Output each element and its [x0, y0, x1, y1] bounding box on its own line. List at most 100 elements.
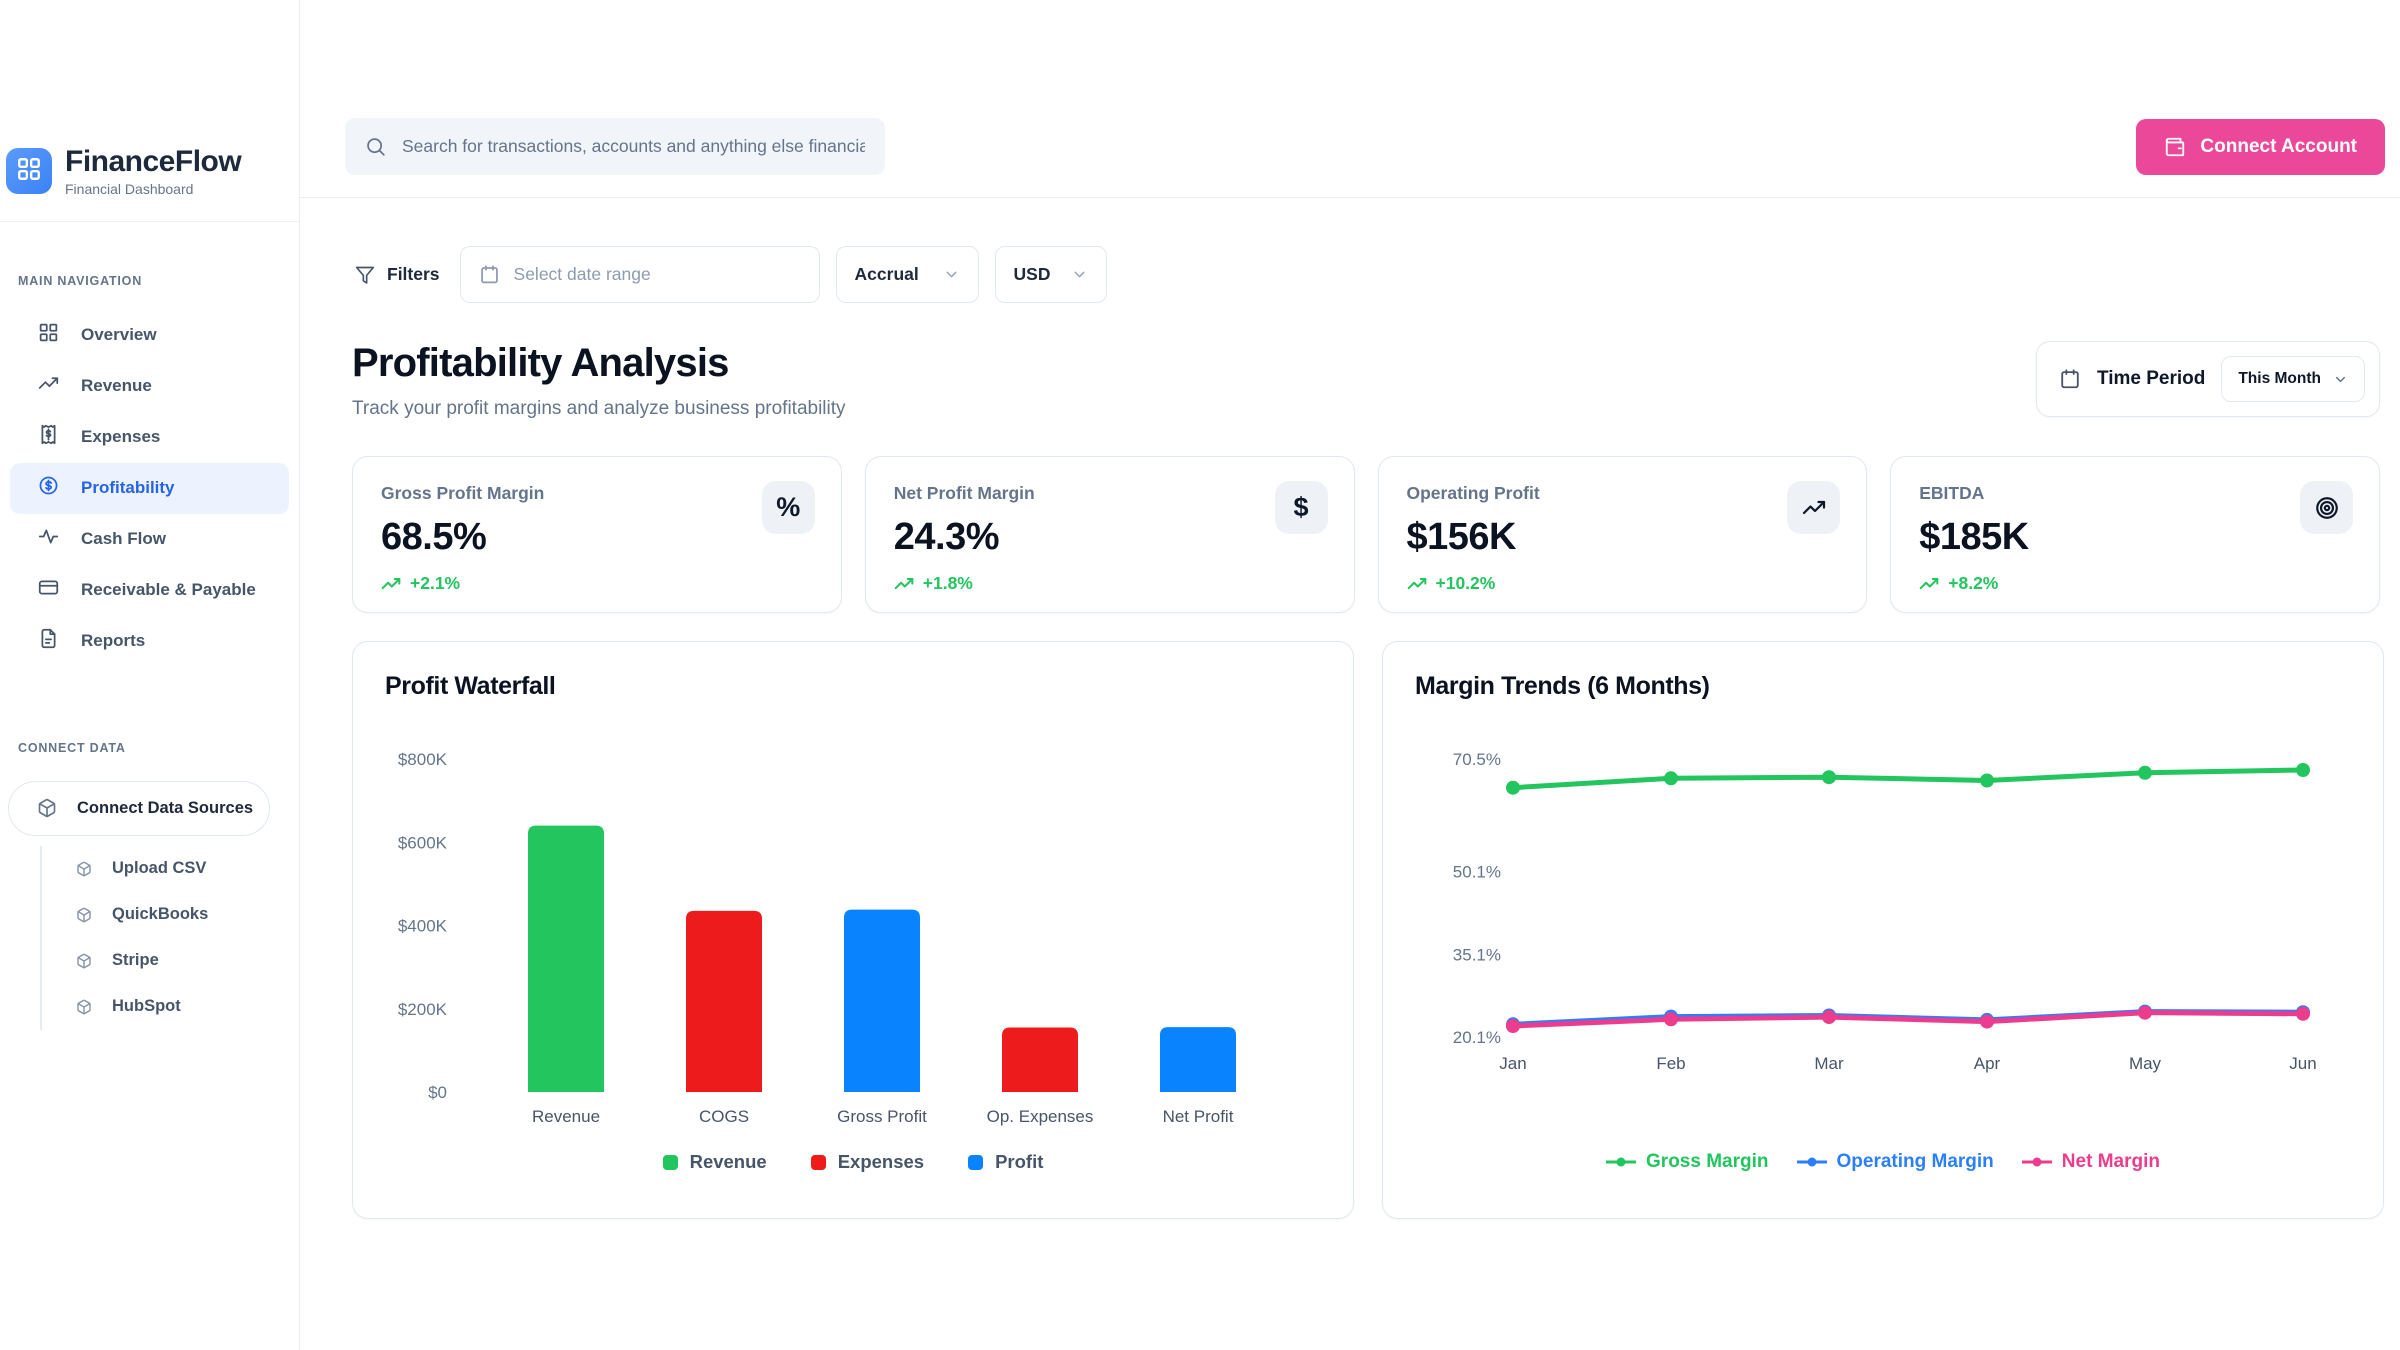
- global-search[interactable]: [345, 118, 885, 175]
- legend-item: Net Margin: [2022, 1151, 2160, 1173]
- chart-title: Profit Waterfall: [385, 672, 1321, 701]
- waterfall-bar: [844, 910, 920, 1092]
- trending-up-icon: [1919, 574, 1939, 594]
- charts-row: Profit Waterfall $0$200K$400K$600K$800KR…: [352, 641, 2380, 1219]
- kpi-label: Gross Profit Margin: [381, 483, 813, 504]
- x-tick-label: Jan: [1499, 1054, 1526, 1073]
- currency-select[interactable]: USD: [995, 246, 1107, 303]
- sidebar-item-reports[interactable]: Reports: [10, 616, 289, 667]
- x-category-label: Gross Profit: [837, 1107, 927, 1126]
- sidebar-item-label: Receivable & Payable: [81, 580, 256, 600]
- date-range-input[interactable]: [514, 264, 801, 285]
- margin-trends-legend: Gross MarginOperating MarginNet Margin: [1415, 1151, 2351, 1173]
- main-navigation-label: MAIN NAVIGATION: [18, 274, 299, 288]
- legend-label: Revenue: [690, 1151, 767, 1173]
- legend-item: Profit: [968, 1151, 1043, 1173]
- data-point: [1664, 771, 1678, 785]
- connect-account-label: Connect Account: [2200, 136, 2357, 158]
- trend-line: [1513, 1013, 2303, 1026]
- legend-line-marker: [1606, 1155, 1636, 1169]
- kpi-value: $185K: [1919, 516, 2351, 559]
- file-text-icon: [38, 628, 59, 654]
- legend-line-marker: [1797, 1155, 1827, 1169]
- x-tick-label: Jun: [2289, 1054, 2316, 1073]
- kpi-value: 68.5%: [381, 516, 813, 559]
- time-period-value: This Month: [2238, 370, 2321, 388]
- data-point: [1664, 1012, 1678, 1026]
- kpi-delta-value: +8.2%: [1948, 573, 1998, 594]
- y-tick-label: $400K: [398, 917, 448, 936]
- kpi-card-ebitda: EBITDA $185K +8.2%: [1890, 456, 2380, 613]
- sidebar-item-cash-flow[interactable]: Cash Flow: [10, 514, 289, 565]
- sidebar-item-receivable-payable[interactable]: Receivable & Payable: [10, 565, 289, 616]
- search-input[interactable]: [402, 136, 865, 157]
- source-item-quickbooks[interactable]: QuickBooks: [42, 892, 299, 938]
- chevron-down-icon: [2333, 372, 2348, 387]
- trending-up-icon: [1787, 481, 1840, 534]
- brand-name: FinanceFlow: [65, 146, 241, 178]
- legend-item: Expenses: [811, 1151, 924, 1173]
- margin-trends-chart: 70.5%50.1%35.1%20.1%JanFebMarAprMayJun: [1415, 717, 2351, 1137]
- chevron-down-icon: [943, 266, 960, 283]
- data-point: [2296, 763, 2310, 777]
- legend-item: Operating Margin: [1797, 1151, 1994, 1173]
- connect-account-button[interactable]: Connect Account: [2136, 119, 2385, 175]
- y-tick-label: $200K: [398, 1000, 448, 1019]
- data-point: [2296, 1007, 2310, 1021]
- x-tick-label: May: [2129, 1054, 2162, 1073]
- source-item-label: Upload CSV: [112, 859, 206, 878]
- data-source-list: Upload CSV QuickBooks Stripe HubSpot: [40, 846, 299, 1030]
- chevron-down-icon: [1071, 266, 1088, 283]
- data-point: [1980, 1015, 1994, 1029]
- section-header: Profitability Analysis Track your profit…: [352, 341, 2380, 420]
- waterfall-bar: [1160, 1027, 1236, 1092]
- sidebar-item-expenses[interactable]: Expenses: [10, 412, 289, 463]
- y-tick-label: 50.1%: [1453, 863, 1501, 882]
- package-icon: [76, 999, 92, 1015]
- x-category-label: COGS: [699, 1107, 749, 1126]
- activity-icon: [38, 526, 59, 552]
- accounting-basis-select[interactable]: Accrual: [836, 246, 979, 303]
- legend-swatch: [663, 1155, 678, 1170]
- kpi-value: 24.3%: [894, 516, 1326, 559]
- currency-value: USD: [1014, 264, 1051, 285]
- grid-icon: [38, 322, 59, 348]
- target-icon: [2300, 481, 2353, 534]
- source-item-stripe[interactable]: Stripe: [42, 938, 299, 984]
- dollar-circle-icon: [38, 475, 59, 501]
- package-icon: [76, 953, 92, 969]
- data-point: [2138, 766, 2152, 780]
- time-period-label: Time Period: [2097, 368, 2205, 390]
- filters-button[interactable]: Filters: [355, 264, 440, 285]
- sidebar-item-revenue[interactable]: Revenue: [10, 361, 289, 412]
- chart-title: Margin Trends (6 Months): [1415, 672, 2351, 701]
- legend-item: Revenue: [663, 1151, 767, 1173]
- kpi-value: $156K: [1407, 516, 1839, 559]
- connect-data-sources-button[interactable]: Connect Data Sources: [8, 781, 270, 836]
- sidebar-item-label: Profitability: [81, 478, 175, 498]
- legend-label: Expenses: [838, 1151, 924, 1173]
- source-item-label: HubSpot: [112, 997, 181, 1016]
- sidebar-item-label: Expenses: [81, 427, 160, 447]
- sidebar-item-label: Overview: [81, 325, 157, 345]
- kpi-delta-value: +1.8%: [923, 573, 973, 594]
- kpi-label: Operating Profit: [1407, 483, 1839, 504]
- brand-subtitle: Financial Dashboard: [65, 181, 241, 197]
- sidebar-item-profitability[interactable]: Profitability: [10, 463, 289, 514]
- source-item-hubspot[interactable]: HubSpot: [42, 984, 299, 1030]
- date-range-picker[interactable]: [460, 246, 820, 303]
- margin-trends-card: Margin Trends (6 Months) 70.5%50.1%35.1%…: [1382, 641, 2384, 1219]
- dollar-icon: $: [1275, 481, 1328, 534]
- package-icon: [37, 798, 57, 818]
- search-icon: [365, 136, 386, 157]
- time-period-select[interactable]: This Month: [2221, 356, 2365, 402]
- percent-icon: %: [762, 481, 815, 534]
- sidebar-item-overview[interactable]: Overview: [10, 310, 289, 361]
- legend-label: Net Margin: [2062, 1151, 2160, 1173]
- trending-up-icon: [38, 373, 59, 399]
- waterfall-bar: [686, 911, 762, 1092]
- legend-label: Operating Margin: [1837, 1151, 1994, 1173]
- source-item-upload-csv[interactable]: Upload CSV: [42, 846, 299, 892]
- waterfall-bar: [528, 826, 604, 1092]
- y-tick-label: 20.1%: [1453, 1028, 1501, 1047]
